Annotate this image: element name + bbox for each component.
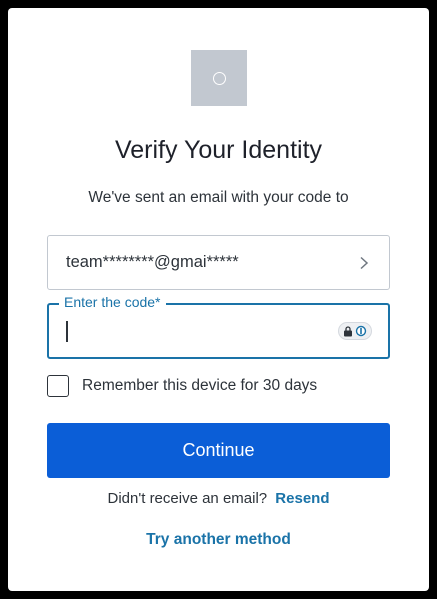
- code-input[interactable]: [65, 319, 325, 343]
- page-subtitle: We've sent an email with your code to: [88, 189, 349, 206]
- resend-row: Didn't receive an email? Resend: [8, 490, 429, 507]
- email-value: team********@gmai*****: [66, 253, 239, 271]
- remember-device-checkbox[interactable]: [47, 375, 69, 397]
- continue-button[interactable]: Continue: [47, 423, 390, 478]
- chevron-right-icon: [360, 256, 369, 269]
- circle-logo-icon: [212, 71, 226, 85]
- remember-device-label: Remember this device for 30 days: [82, 377, 318, 394]
- logo-placeholder: [191, 50, 247, 106]
- page-title: Verify Your Identity: [114, 136, 323, 164]
- one-password-icon: [355, 325, 367, 337]
- resend-link[interactable]: Resend: [275, 490, 329, 507]
- verify-card: Verify Your Identity We've sent an email…: [8, 8, 429, 591]
- resend-prompt: Didn't receive an email?: [107, 490, 268, 507]
- text-caret: [66, 321, 68, 342]
- code-field[interactable]: Enter the code*: [47, 294, 390, 359]
- remember-device-row[interactable]: Remember this device for 30 days: [47, 375, 317, 397]
- code-label: Enter the code*: [59, 294, 166, 310]
- lock-icon: [344, 325, 352, 336]
- email-selector[interactable]: team********@gmai*****: [47, 235, 390, 290]
- password-manager-icon[interactable]: [338, 322, 372, 340]
- try-another-method-link[interactable]: Try another method: [8, 531, 429, 549]
